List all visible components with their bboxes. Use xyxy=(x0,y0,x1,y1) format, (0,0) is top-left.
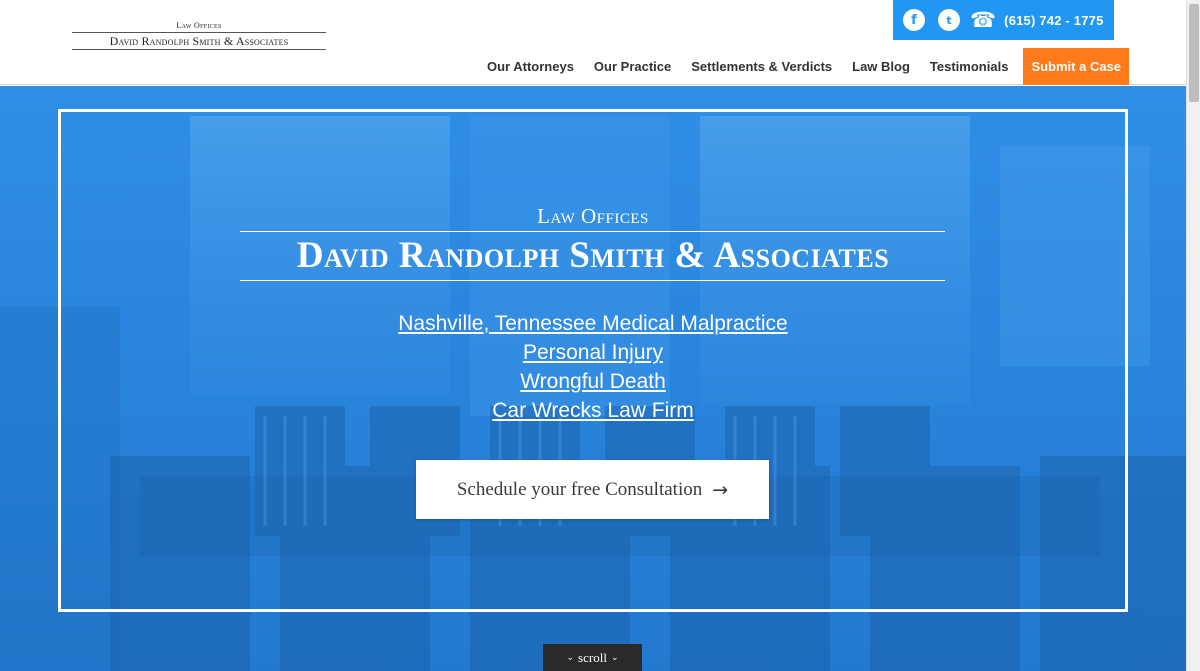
nav-our-practice[interactable]: Our Practice xyxy=(584,48,681,85)
schedule-consultation-button[interactable]: Schedule your free Consultation → xyxy=(416,460,769,519)
contact-bar: f t ☎ (615) 742 - 1775 xyxy=(893,0,1114,40)
site-header: Law Offices David Randolph Smith & Assoc… xyxy=(0,0,1186,85)
page: Law Offices David Randolph Smith & Assoc… xyxy=(0,0,1200,671)
facebook-icon[interactable]: f xyxy=(903,9,925,31)
hero-kicker: Law Offices xyxy=(537,204,649,228)
link-medical-malpractice[interactable]: Nashville, Tennessee Medical Malpractice xyxy=(0,309,1186,338)
link-personal-injury[interactable]: Personal Injury xyxy=(0,338,1186,367)
scroll-button[interactable]: ⌄ scroll ⌄ xyxy=(543,644,642,671)
hero-section: Law Offices David Randolph Smith & Assoc… xyxy=(0,86,1186,671)
hero-rule-bottom xyxy=(240,280,945,281)
twitter-icon[interactable]: t xyxy=(938,9,960,31)
nav-our-attorneys[interactable]: Our Attorneys xyxy=(477,48,584,85)
page-scrollbar[interactable] xyxy=(1186,0,1200,671)
schedule-consultation-label: Schedule your free Consultation xyxy=(456,478,703,500)
phone-icon: ☎ xyxy=(970,7,997,32)
logo-kicker: Law Offices xyxy=(176,21,222,30)
hero-title: David Randolph Smith & Associates xyxy=(296,235,890,276)
nav-testimonials[interactable]: Testimonials xyxy=(920,48,1019,85)
link-car-wrecks[interactable]: Car Wrecks Law Firm xyxy=(0,396,1186,425)
link-wrongful-death[interactable]: Wrongful Death xyxy=(0,367,1186,396)
nav-settlements-verdicts[interactable]: Settlements & Verdicts xyxy=(681,48,842,85)
scrollbar-thumb[interactable] xyxy=(1189,4,1199,102)
submit-case-button[interactable]: Submit a Case xyxy=(1023,48,1130,85)
hero-rule-top xyxy=(240,231,945,232)
scroll-label: scroll xyxy=(578,649,607,665)
site-logo[interactable]: Law Offices David Randolph Smith & Assoc… xyxy=(72,20,326,50)
chevron-down-icon: ⌄ xyxy=(610,652,619,663)
phone-number-link[interactable]: (615) 742 - 1775 xyxy=(1004,13,1103,28)
nav-law-blog[interactable]: Law Blog xyxy=(842,48,920,85)
practice-links: Nashville, Tennessee Medical Malpractice… xyxy=(0,309,1186,425)
logo-title: David Randolph Smith & Associates xyxy=(72,32,326,50)
arrow-right-icon: → xyxy=(712,478,729,501)
main-nav: Our Attorneys Our Practice Settlements &… xyxy=(477,48,1130,85)
chevron-down-icon: ⌄ xyxy=(566,652,575,663)
